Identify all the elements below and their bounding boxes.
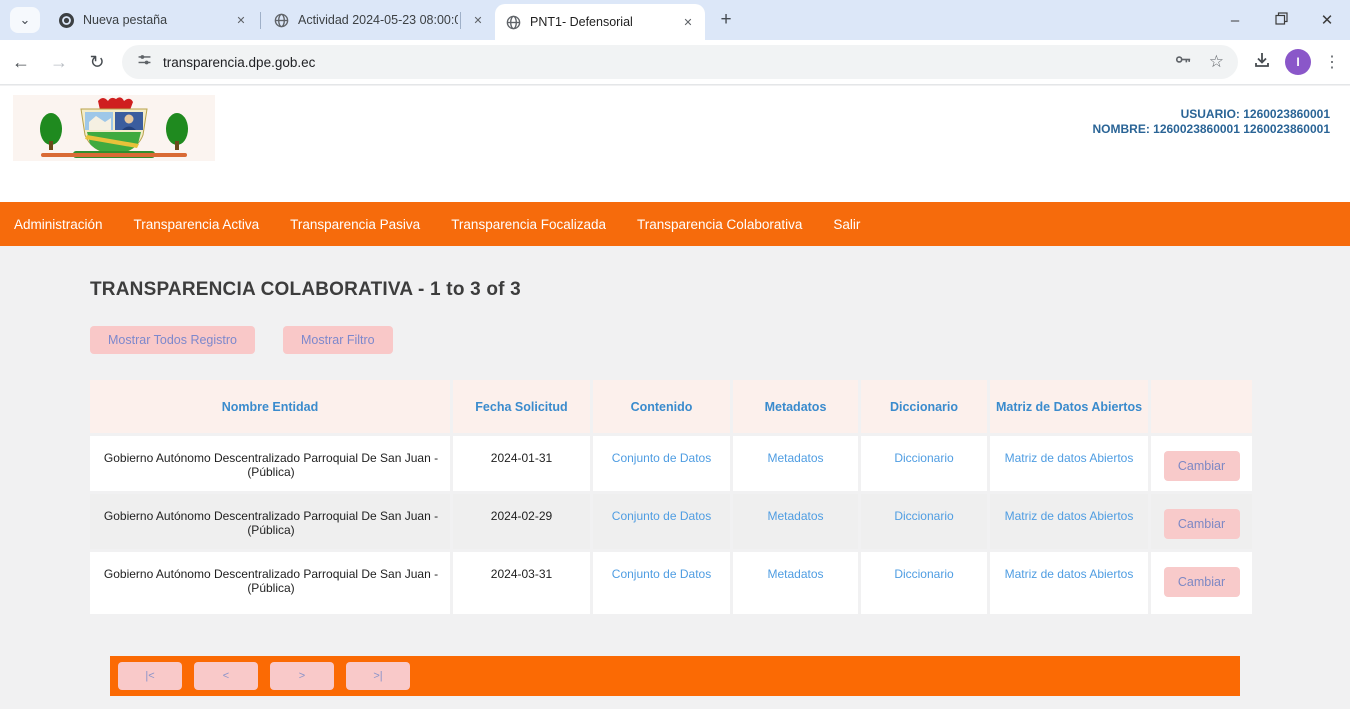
records-table: Nombre Entidad Fecha Solicitud Contenido… [87, 377, 1255, 617]
page-content: TRANSPARENCIA COLABORATIVA - 1 to 3 of 3… [0, 246, 1350, 709]
col-diccionario: Diccionario [861, 380, 987, 433]
browser-toolbar: ← → ↻ transparencia.dpe.gob.ec ☆ I ⋮ [0, 40, 1350, 85]
url-text[interactable]: transparencia.dpe.gob.ec [163, 55, 1174, 70]
nav-salir[interactable]: Salir [833, 217, 860, 232]
coat-of-arms-logo [13, 95, 215, 161]
link-diccionario[interactable]: Diccionario [861, 552, 987, 614]
link-conjunto-de-datos[interactable]: Conjunto de Datos [593, 552, 730, 614]
pagination-first-button[interactable]: |< [118, 662, 182, 690]
address-bar[interactable]: transparencia.dpe.gob.ec ☆ [122, 45, 1238, 79]
filter-buttons: Mostrar Todos Registro Mostrar Filtro [90, 326, 393, 354]
nav-transparencia-colaborativa[interactable]: Transparencia Colaborativa [637, 217, 802, 232]
tab-divider [260, 12, 261, 29]
usuario-text: USUARIO: 1260023860001 [1092, 107, 1330, 122]
minimize-button[interactable]: – [1212, 0, 1258, 40]
cambiar-button[interactable]: Cambiar [1164, 451, 1240, 481]
browser-window: ⌄ Nueva pestaña ✕ Actividad 2024-05-23 0… [0, 0, 1350, 709]
chevron-down-icon: ⌄ [20, 12, 31, 28]
table-row: Gobierno Autónomo Descentralizado Parroq… [90, 552, 1252, 614]
col-nombre-entidad: Nombre Entidad [90, 380, 450, 433]
link-conjunto-de-datos[interactable]: Conjunto de Datos [593, 494, 730, 549]
table-header-row: Nombre Entidad Fecha Solicitud Contenido… [90, 380, 1252, 433]
close-icon[interactable]: ✕ [469, 11, 487, 29]
tab-title: Actividad 2024-05-23 08:00:00 [298, 13, 458, 27]
link-diccionario[interactable]: Diccionario [861, 494, 987, 549]
window-controls: – ✕ [1212, 0, 1350, 40]
link-matriz-datos-abiertos[interactable]: Matriz de datos Abiertos [990, 436, 1148, 491]
reload-button[interactable]: ↻ [80, 45, 114, 79]
globe-icon [273, 12, 290, 29]
cell-entidad: Gobierno Autónomo Descentralizado Parroq… [90, 436, 450, 491]
new-tab-button[interactable]: + [713, 7, 739, 33]
link-metadatos[interactable]: Metadatos [733, 436, 858, 491]
tab-divider [460, 12, 461, 29]
cambiar-button[interactable]: Cambiar [1164, 509, 1240, 539]
col-matriz-datos-abiertos: Matriz de Datos Abiertos [990, 380, 1148, 433]
forward-button[interactable]: → [42, 45, 76, 79]
nav-transparencia-activa[interactable]: Transparencia Activa [134, 217, 260, 232]
cell-entidad: Gobierno Autónomo Descentralizado Parroq… [90, 494, 450, 549]
tab-title: PNT1- Defensorial [530, 15, 673, 29]
tab-strip: ⌄ Nueva pestaña ✕ Actividad 2024-05-23 0… [0, 0, 1350, 40]
col-metadatos: Metadatos [733, 380, 858, 433]
link-metadatos[interactable]: Metadatos [733, 494, 858, 549]
pagination-last-button[interactable]: >| [346, 662, 410, 690]
col-actions [1151, 380, 1252, 433]
close-window-button[interactable]: ✕ [1304, 0, 1350, 40]
main-navigation: Administración Transparencia Activa Tran… [0, 202, 1350, 246]
nav-transparencia-focalizada[interactable]: Transparencia Focalizada [451, 217, 606, 232]
pagination-prev-button[interactable]: < [194, 662, 258, 690]
restore-button[interactable] [1258, 0, 1304, 40]
link-matriz-datos-abiertos[interactable]: Matriz de datos Abiertos [990, 552, 1148, 614]
cell-fecha: 2024-03-31 [453, 552, 590, 614]
col-contenido: Contenido [593, 380, 730, 433]
tab-search-button[interactable]: ⌄ [10, 7, 40, 33]
mostrar-todos-registro-button[interactable]: Mostrar Todos Registro [90, 326, 255, 354]
browser-menu-icon[interactable]: ⋮ [1324, 52, 1340, 72]
toolbar-actions: I ⋮ [1252, 49, 1350, 75]
nav-transparencia-pasiva[interactable]: Transparencia Pasiva [290, 217, 420, 232]
page-title: TRANSPARENCIA COLABORATIVA - 1 to 3 of 3 [90, 279, 521, 301]
close-icon[interactable]: ✕ [679, 13, 697, 31]
close-icon[interactable]: ✕ [232, 11, 250, 29]
pagination-next-button[interactable]: > [270, 662, 334, 690]
mostrar-filtro-button[interactable]: Mostrar Filtro [283, 326, 393, 354]
table-row: Gobierno Autónomo Descentralizado Parroq… [90, 494, 1252, 549]
link-diccionario[interactable]: Diccionario [861, 436, 987, 491]
profile-avatar[interactable]: I [1285, 49, 1311, 75]
restore-icon [1275, 12, 1288, 29]
site-header: USUARIO: 1260023860001 NOMBRE: 126002386… [0, 86, 1350, 202]
link-conjunto-de-datos[interactable]: Conjunto de Datos [593, 436, 730, 491]
user-info: USUARIO: 1260023860001 NOMBRE: 126002386… [1092, 107, 1330, 136]
pagination-bar: |< < > >| [110, 656, 1240, 696]
nombre-text: NOMBRE: 1260023860001 1260023860001 [1092, 122, 1330, 137]
nav-administracion[interactable]: Administración [14, 217, 103, 232]
chrome-icon [58, 12, 75, 29]
table-row: Gobierno Autónomo Descentralizado Parroq… [90, 436, 1252, 491]
col-fecha-solicitud: Fecha Solicitud [453, 380, 590, 433]
password-key-icon[interactable] [1174, 50, 1193, 74]
link-matriz-datos-abiertos[interactable]: Matriz de datos Abiertos [990, 494, 1148, 549]
bookmark-star-icon[interactable]: ☆ [1209, 52, 1224, 72]
globe-icon [505, 14, 522, 31]
cell-entidad: Gobierno Autónomo Descentralizado Parroq… [90, 552, 450, 614]
tab-actividad[interactable]: Actividad 2024-05-23 08:00:00 ✕ [263, 0, 495, 40]
cambiar-button[interactable]: Cambiar [1164, 567, 1240, 597]
download-icon[interactable] [1252, 50, 1272, 75]
tab-title: Nueva pestaña [83, 13, 226, 27]
cell-fecha: 2024-01-31 [453, 436, 590, 491]
tab-nueva-pestana[interactable]: Nueva pestaña ✕ [48, 0, 258, 40]
link-metadatos[interactable]: Metadatos [733, 552, 858, 614]
back-button[interactable]: ← [4, 45, 38, 79]
site-settings-icon[interactable] [136, 51, 153, 73]
tab-pnt1-defensorial[interactable]: PNT1- Defensorial ✕ [495, 4, 705, 40]
cell-fecha: 2024-02-29 [453, 494, 590, 549]
